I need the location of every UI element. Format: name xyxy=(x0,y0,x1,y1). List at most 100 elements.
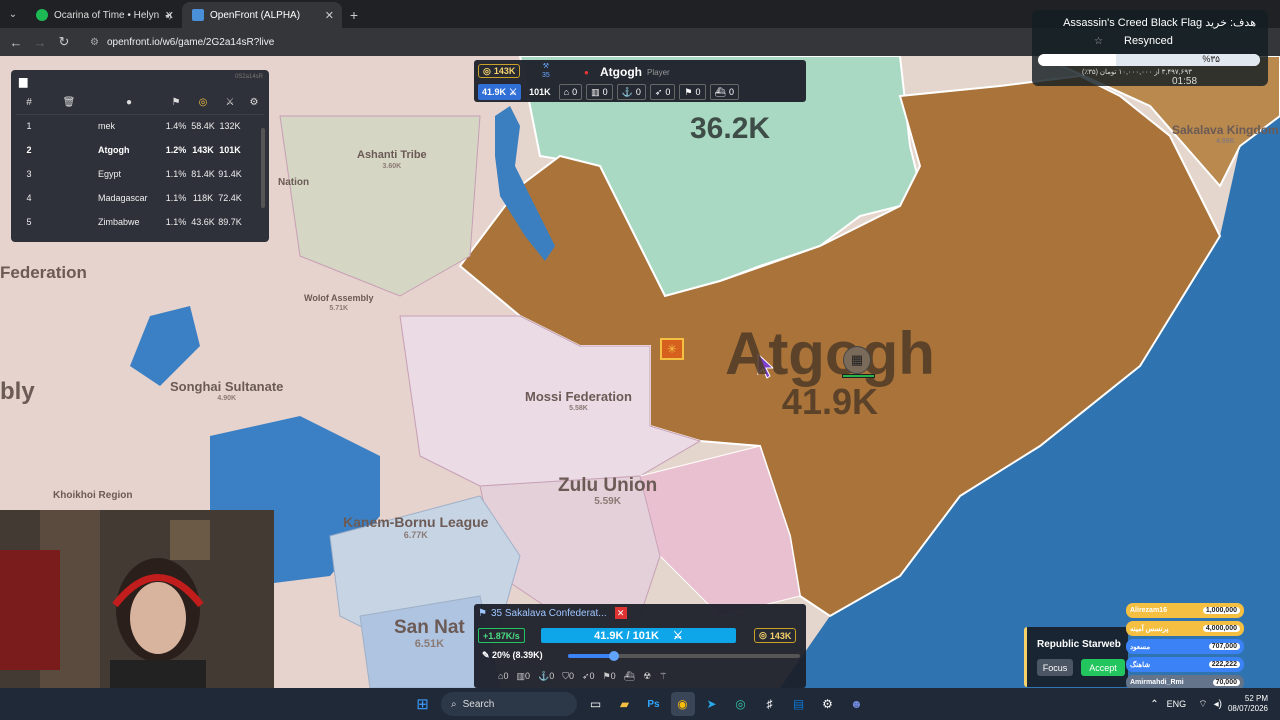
table-row[interactable]: 1 mek 1.4% 58.4K 132K xyxy=(16,114,264,138)
territory-label-bly: bly xyxy=(0,378,35,405)
territory-label-federation: Federation xyxy=(0,263,87,282)
back-icon[interactable]: ← xyxy=(4,30,28,54)
wifi-icon[interactable]: ⌔ xyxy=(1198,698,1207,711)
build-nuke[interactable]: ☢ xyxy=(643,671,651,682)
build-warship[interactable]: ⛴ xyxy=(624,671,635,682)
gold-value: 143K xyxy=(493,66,516,76)
gold-coin-icon: ◎ xyxy=(483,65,491,76)
rank-header[interactable]: # xyxy=(16,92,42,115)
settings-icon[interactable]: ⚙ xyxy=(244,92,264,115)
territory-icon[interactable]: ⚑ xyxy=(162,92,190,115)
troops-icon[interactable]: ⚔ xyxy=(216,92,244,115)
edge-icon[interactable]: ◎ xyxy=(729,692,753,716)
donation-row: مسعود 707,000 xyxy=(1126,639,1244,654)
cell-spacer xyxy=(42,210,96,234)
table-row[interactable]: 5 Zimbabwe 1.1% 43.6K 89.7K xyxy=(16,210,264,234)
alliance-request[interactable]: ⚑ 35 Sakalava Confederat... ✕ xyxy=(478,606,627,620)
donor-name: Amirmahdi_Rmi xyxy=(1130,679,1184,686)
build-missile[interactable]: ➶0 xyxy=(582,671,595,682)
new-tab-button[interactable]: + xyxy=(342,2,366,28)
close-icon[interactable]: ✕ xyxy=(614,607,627,619)
gold-icon[interactable]: ◎ xyxy=(190,92,216,115)
territory-label-nation: Nation xyxy=(278,177,310,188)
build-sam[interactable]: ⚑0 xyxy=(603,671,616,682)
discord-icon[interactable]: ☻ xyxy=(845,692,869,716)
close-tab-icon[interactable]: ✕ xyxy=(165,9,174,22)
forward-icon[interactable]: → xyxy=(28,30,52,54)
attack-ratio-label: ✎ 20% (8.39K) xyxy=(482,650,543,660)
city-marker-icon[interactable]: ✳ xyxy=(660,338,684,360)
cell-spacer xyxy=(42,138,96,162)
donation-amount: 707,000 xyxy=(1208,643,1240,650)
cell-spacer xyxy=(42,114,96,138)
missile-count[interactable]: ➶ 0 xyxy=(649,84,676,100)
build-city[interactable]: ⌂0 xyxy=(498,671,508,681)
territory-label-kanem: Kanem-Bornu League 6.77K xyxy=(343,514,489,540)
build-defense[interactable]: ⛉0 xyxy=(562,671,574,682)
settings-icon[interactable]: ⚙ xyxy=(816,692,840,716)
cell-spacer xyxy=(42,162,96,186)
cell-name: Zimbabwe xyxy=(98,217,140,227)
warship-icon: ⛴ xyxy=(623,670,636,681)
table-row[interactable]: 4 Madagascar 1.1% 118K 72.4K xyxy=(16,186,264,210)
donation-amount: 222,222 xyxy=(1208,661,1240,668)
url-text: openfront.io/w6/game/2G2a14sR?live xyxy=(106,36,275,48)
control-panel: ⚑ 35 Sakalava Confederat... ✕ +1.87K/s 4… xyxy=(474,604,806,688)
alliance-request-panel: Republic Starweb Focus Accept xyxy=(1024,627,1128,687)
reload-icon[interactable]: ↻ xyxy=(52,30,76,54)
attack-ratio-slider[interactable] xyxy=(568,651,800,661)
outlook-icon[interactable]: ▤ xyxy=(787,692,811,716)
donation-amount: 1,000,000 xyxy=(1202,607,1240,614)
port-count[interactable]: ⚓ 0 xyxy=(616,84,646,100)
build-hbomb[interactable]: ⚚ xyxy=(659,671,667,682)
url-field[interactable]: ⚙ openfront.io/w6/game/2G2a14sR?live xyxy=(82,31,602,53)
leaderboard-scrollbar[interactable] xyxy=(261,128,265,208)
focus-button[interactable]: Focus xyxy=(1037,659,1073,676)
defense-count[interactable]: ⚑ 0 xyxy=(679,84,706,100)
attack-ratio-knob[interactable] xyxy=(609,651,620,661)
leaderboard-panel: ▆ 0S2a14sR # 🗑 ● ⚑ ◎ ⚔ ⚙ 1 mek 1.4% 58.4K 13… xyxy=(11,70,269,242)
table-row[interactable]: 3 Egypt 1.1% 81.4K 91.4K xyxy=(16,162,264,186)
trash-icon[interactable]: 🗑 xyxy=(42,92,96,115)
donation-row: شاهنگ 222,222 xyxy=(1126,657,1244,672)
territory-label-san: San Nat 6.51K xyxy=(394,617,465,650)
city-count[interactable]: ⌂ 0 xyxy=(558,84,583,100)
chrome-icon[interactable]: ◉ xyxy=(670,692,695,716)
cell-pct: 1.1% xyxy=(165,193,187,203)
anchor-icon: ⚓ xyxy=(537,670,550,681)
file-explorer-icon[interactable]: ▰ xyxy=(613,692,637,716)
capital-building-icon[interactable]: ▦ xyxy=(843,346,871,374)
cell-gold: 58.4K xyxy=(191,121,215,132)
taskbar-search[interactable]: ⌕ Search xyxy=(441,692,577,716)
telegram-icon[interactable]: ➤ xyxy=(700,692,724,716)
site-info-icon[interactable]: ⚙ xyxy=(90,37,99,48)
close-tab-icon[interactable]: ✕ xyxy=(325,9,334,22)
cell-name: Egypt xyxy=(98,169,122,179)
city-icon: ⌂ xyxy=(563,87,570,97)
bar-chart-icon[interactable]: ▆ xyxy=(19,75,31,88)
warship-icon: ⛴ xyxy=(714,86,726,97)
language-indicator[interactable]: ENG xyxy=(1167,699,1187,709)
task-view-icon[interactable]: ▭ xyxy=(584,692,608,716)
tab-openfront[interactable]: OpenFront (ALPHA) ✕ xyxy=(182,2,342,28)
player-icon[interactable]: ● xyxy=(96,92,162,115)
factory-count[interactable]: ▥ 0 xyxy=(586,84,613,100)
windows-start-icon[interactable]: ⊞ xyxy=(411,692,435,716)
warship-count[interactable]: ⛴ 0 xyxy=(709,84,739,100)
build-port[interactable]: ⚓0 xyxy=(538,671,554,682)
table-row[interactable]: 2 Atgogh 1.2% 143K 101K xyxy=(16,138,264,162)
goal-sub: ۳,۴۹۷,۶۹۳ از ۱۰,۰۰۰,۰۰۰ تومان (۳۵٪) xyxy=(1082,69,1192,76)
clock[interactable]: 52 PM 08/07/2026 xyxy=(1228,694,1268,714)
build-factory[interactable]: ▥0 xyxy=(516,671,530,682)
app-icon[interactable]: ♯ xyxy=(758,692,782,716)
tray-chevron-icon[interactable]: ⌃ xyxy=(1150,699,1158,710)
mirv-icon: ⚚ xyxy=(659,670,668,681)
tab-search-button[interactable]: ⌄ xyxy=(0,0,26,28)
photoshop-icon[interactable]: Ps xyxy=(642,692,666,716)
request-title: Republic Starweb xyxy=(1037,639,1121,650)
openfront-icon xyxy=(192,9,204,21)
territory-label-songhai: Songhai Sultanate 4.90K xyxy=(170,379,284,402)
accept-button[interactable]: Accept xyxy=(1081,659,1125,676)
volume-icon[interactable]: ◂) xyxy=(1214,699,1222,710)
tab-ocarina[interactable]: Ocarina of Time • Helynt, G ◂) ✕ xyxy=(26,2,182,28)
